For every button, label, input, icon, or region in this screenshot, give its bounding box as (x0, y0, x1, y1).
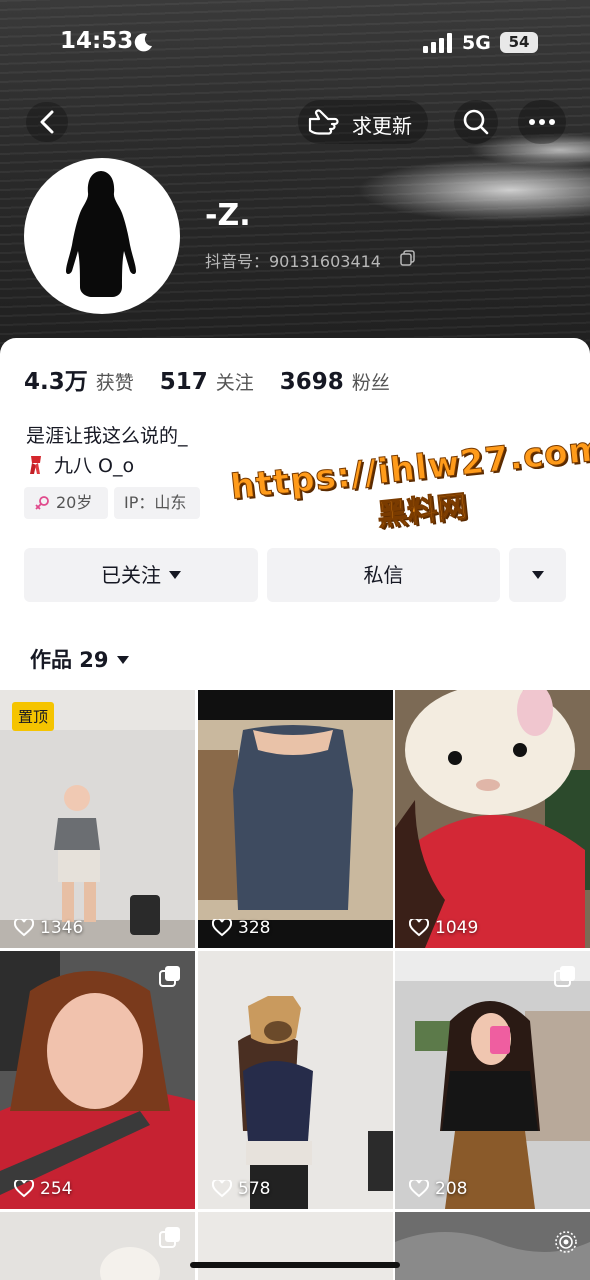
ip-tag: IP：山东 (114, 487, 200, 519)
age-text: 20岁 (56, 493, 93, 512)
followed-label: 已关注 (101, 563, 161, 587)
heart-icon (212, 1180, 232, 1198)
like-count-text: 1346 (40, 918, 84, 938)
pinned-badge: 置顶 (12, 702, 55, 731)
like-count-text: 328 (238, 918, 271, 938)
multi-image-icon (159, 1227, 180, 1248)
avatar-silhouette-image (27, 161, 177, 311)
following-label: 关注 (215, 372, 254, 394)
like-count: 328 (212, 918, 270, 938)
bio-line-1: 是涯让我这么说的_ (26, 425, 188, 447)
network-type: 5G (462, 32, 491, 54)
followers-label: 粉丝 (351, 372, 390, 394)
profile-page: 14:53 5G 54 求更新 -Z. 抖音号：90131603414 4.3万… (0, 0, 590, 1280)
video-thumbnail[interactable]: 328 (198, 690, 393, 948)
status-time: 14:53 (60, 28, 134, 54)
heart-icon (14, 919, 34, 937)
video-thumbnail[interactable]: 置顶 1346 (0, 690, 195, 948)
search-icon (463, 109, 489, 135)
likes-label: 获赞 (95, 372, 134, 394)
more-dots-icon (529, 119, 555, 125)
age-tag: 20岁 (24, 487, 108, 519)
like-count: 1346 (14, 918, 83, 938)
battery-indicator: 54 (500, 32, 538, 53)
like-count: 578 (212, 1179, 270, 1199)
like-count-text: 208 (435, 1179, 468, 1199)
nickname: -Z. (205, 198, 251, 233)
stats-row: 4.3万 获赞 517 关注 3698 粉丝 (24, 362, 416, 396)
signal-icon (423, 33, 452, 53)
like-count-text: 1049 (435, 918, 479, 938)
heart-icon (212, 919, 232, 937)
video-thumbnail-image (0, 951, 195, 1209)
video-thumbnail[interactable] (0, 1212, 195, 1280)
expand-recommend-button[interactable] (509, 548, 566, 602)
multi-image-icon (554, 966, 575, 987)
like-count-text: 578 (238, 1179, 271, 1199)
heart-icon (409, 1180, 429, 1198)
video-thumbnail[interactable]: 208 (395, 951, 590, 1209)
bio-line-2: 九八 O_o (26, 451, 134, 478)
more-options-button[interactable] (518, 100, 566, 144)
works-tab[interactable]: 作品 29 (30, 644, 129, 674)
video-thumbnail-image (395, 951, 590, 1209)
request-update-button[interactable]: 求更新 (298, 100, 428, 144)
back-arrow-icon (40, 110, 54, 134)
pointing-hand-icon (308, 109, 339, 135)
video-thumbnail[interactable]: 578 (198, 951, 393, 1209)
following-count[interactable]: 517 (160, 369, 208, 395)
copy-icon[interactable] (400, 250, 416, 266)
caret-down-icon (169, 571, 181, 579)
caret-down-icon (531, 571, 544, 579)
video-thumbnail-image (395, 690, 590, 948)
like-count: 254 (14, 1179, 72, 1199)
likes-count[interactable]: 4.3万 (24, 362, 88, 396)
video-thumbnail[interactable] (198, 1212, 393, 1280)
followers-count[interactable]: 3698 (280, 369, 344, 395)
douyin-id: 抖音号：90131603414 (205, 252, 381, 271)
video-thumbnail[interactable]: 254 (0, 951, 195, 1209)
like-count: 1049 (409, 918, 478, 938)
live-photo-icon (555, 1231, 577, 1253)
like-count: 208 (409, 1179, 467, 1199)
video-thumbnail-image (198, 951, 393, 1209)
heart-icon (409, 919, 429, 937)
female-icon (35, 496, 49, 510)
like-count-text: 254 (40, 1179, 73, 1199)
works-label: 作品 29 (30, 648, 109, 672)
followed-button[interactable]: 已关注 (24, 548, 258, 602)
back-button[interactable] (26, 102, 68, 142)
avatar[interactable] (24, 158, 180, 314)
moon-icon (134, 33, 152, 52)
message-label: 私信 (363, 563, 404, 587)
caret-down-icon (116, 656, 129, 664)
bio-line-2-text: 九八 O_o (54, 455, 135, 477)
video-thumbnail-image (198, 1212, 393, 1280)
heart-icon (14, 1180, 34, 1198)
multi-image-icon (159, 966, 180, 987)
video-thumbnail[interactable] (395, 1212, 590, 1280)
video-thumbnail-image (198, 690, 393, 948)
scarf-emoji-icon (30, 456, 41, 474)
search-button[interactable] (454, 100, 498, 144)
video-thumbnail[interactable]: 1049 (395, 690, 590, 948)
message-button[interactable]: 私信 (267, 548, 500, 602)
home-indicator (190, 1262, 400, 1268)
request-update-label: 求更新 (352, 114, 412, 138)
